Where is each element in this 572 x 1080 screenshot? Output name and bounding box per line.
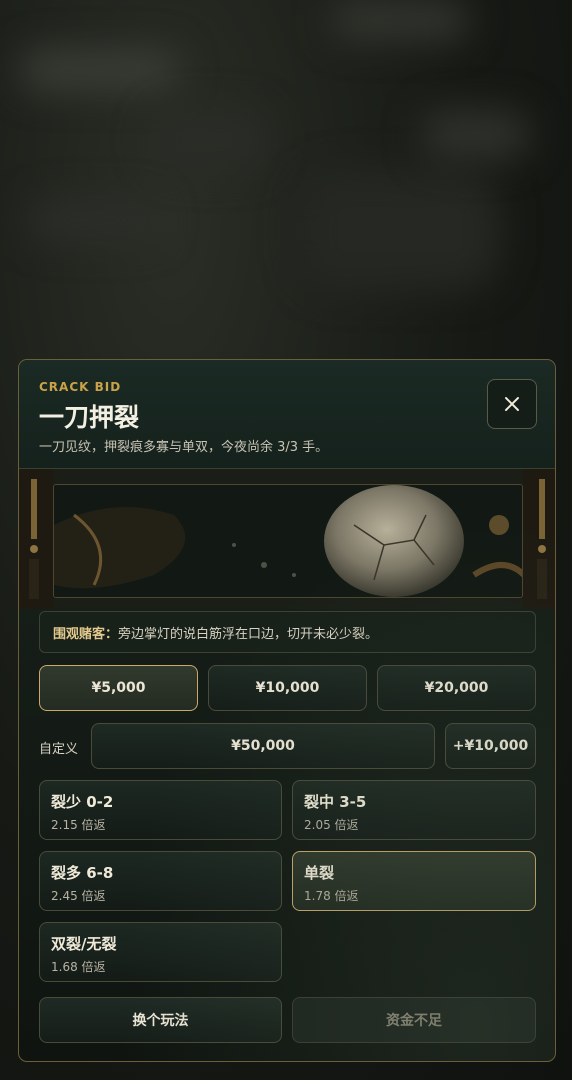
option-odds: 2.15 倍返 (51, 818, 106, 832)
option-name: 裂少 0-2 (51, 793, 114, 811)
spectator-notice: 围观赌客： 旁边掌灯的说白筋浮在口边，切开未必少裂。 (39, 611, 536, 653)
bet-option-few-cracks[interactable]: 裂少 0-2 2.15 倍返 (39, 780, 282, 840)
dialog-subtitle: 一刀见纹，押裂痕多寡与单双，今夜尚余 3/3 手。 (39, 440, 329, 455)
insufficient-funds-button[interactable]: 资金不足 (292, 997, 536, 1043)
notice-text: 旁边掌灯的说白筋浮在口边，切开未必少裂。 (118, 626, 379, 642)
option-name: 双裂/无裂 (51, 935, 117, 953)
option-name: 裂中 3-5 (304, 793, 367, 811)
bet-option-odd-cracks[interactable]: 单裂 1.78 倍返 (292, 851, 536, 911)
dialog-title: 一刀押裂 (39, 403, 140, 432)
switch-mode-button[interactable]: 换个玩法 (39, 997, 282, 1043)
option-odds: 1.78 倍返 (304, 889, 359, 903)
dialog-eyebrow: CRACK BID (39, 380, 122, 394)
custom-amount-label: 自定义 (39, 742, 79, 757)
close-button[interactable] (487, 379, 537, 429)
option-odds: 1.68 倍返 (51, 960, 106, 974)
option-name: 裂多 6-8 (51, 864, 114, 882)
option-name: 单裂 (304, 864, 335, 882)
notice-speaker: 围观赌客： (53, 626, 119, 642)
bet-option-even-or-none[interactable]: 双裂/无裂 1.68 倍返 (39, 922, 282, 982)
close-icon (505, 397, 519, 411)
dialog-header: CRACK BID 一刀押裂 一刀见纹，押裂痕多寡与单双，今夜尚余 3/3 手。 (19, 360, 555, 469)
crack-bid-dialog: CRACK BID 一刀押裂 一刀见纹，押裂痕多寡与单双，今夜尚余 3/3 手。 (18, 359, 556, 1062)
jade-stone-image (53, 484, 523, 598)
stake-button-10000[interactable]: ¥10,000 (208, 665, 367, 711)
bet-option-many-cracks[interactable]: 裂多 6-8 2.45 倍返 (39, 851, 282, 911)
option-odds: 2.05 倍返 (304, 818, 359, 832)
increment-amount-button[interactable]: +¥10,000 (445, 723, 536, 769)
scene-illustration (19, 469, 555, 609)
option-odds: 2.45 倍返 (51, 889, 106, 903)
stake-button-5000[interactable]: ¥5,000 (39, 665, 198, 711)
stake-button-20000[interactable]: ¥20,000 (377, 665, 536, 711)
bet-option-mid-cracks[interactable]: 裂中 3-5 2.05 倍返 (292, 780, 536, 840)
custom-amount-field[interactable]: ¥50,000 (91, 723, 435, 769)
